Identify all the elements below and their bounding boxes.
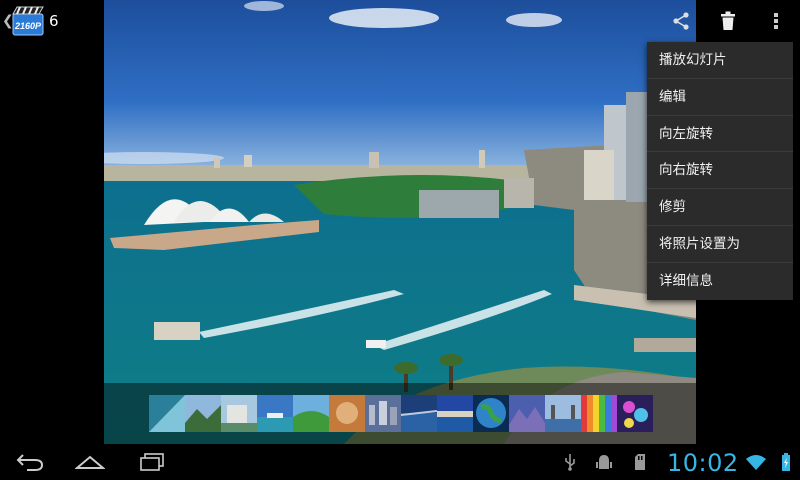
overflow-menu-button[interactable]	[755, 0, 797, 42]
filmstrip-thumb[interactable]	[545, 395, 581, 432]
filmstrip-thumb[interactable]	[257, 395, 293, 432]
menu-item-crop[interactable]: 修剪	[647, 189, 793, 226]
menu-item-rotate-left[interactable]: 向左旋转	[647, 116, 793, 153]
home-icon	[75, 455, 105, 469]
overflow-popup-menu: 播放幻灯片 编辑 向左旋转 向右旋转 修剪 将照片设置为 详细信息	[647, 42, 793, 300]
filmstrip-thumb[interactable]	[149, 395, 185, 432]
menu-item-slideshow[interactable]: 播放幻灯片	[647, 42, 793, 79]
filmstrip-thumb[interactable]	[329, 395, 365, 432]
action-bar: ❮ 2160P 6	[0, 0, 800, 42]
overflow-menu-icon	[774, 13, 778, 29]
app-icon-text: 2160P	[14, 21, 42, 31]
trash-icon	[721, 11, 735, 30]
usb-icon	[560, 452, 580, 472]
menu-item-rotate-right[interactable]: 向右旋转	[647, 152, 793, 190]
filmstrip-thumb[interactable]	[617, 395, 653, 432]
back-button[interactable]	[8, 448, 52, 476]
wifi-icon	[746, 452, 766, 472]
menu-item-edit[interactable]: 编辑	[647, 79, 793, 116]
filmstrip-thumb[interactable]	[185, 395, 221, 432]
system-bar: 10:02	[0, 444, 800, 480]
delete-button[interactable]	[707, 0, 749, 42]
filmstrip-thumb[interactable]	[365, 395, 401, 432]
filmstrip-thumb[interactable]	[509, 395, 545, 432]
filmstrip-thumb[interactable]	[221, 395, 257, 432]
filmstrip	[104, 383, 696, 444]
share-icon	[673, 12, 689, 30]
photo-viewer[interactable]	[104, 0, 696, 444]
album-count: 6	[49, 12, 59, 30]
recent-apps-button[interactable]	[130, 448, 174, 476]
filmstrip-thumb[interactable]	[581, 395, 617, 432]
recent-apps-icon	[140, 453, 164, 471]
back-icon	[16, 454, 44, 471]
app-icon[interactable]: 2160P	[12, 6, 44, 36]
filmstrip-thumb[interactable]	[293, 395, 329, 432]
home-button[interactable]	[68, 448, 112, 476]
filmstrip-thumb[interactable]	[437, 395, 473, 432]
sd-card-icon	[630, 452, 650, 472]
menu-item-details[interactable]: 详细信息	[647, 263, 793, 300]
filmstrip-thumb[interactable]	[473, 395, 509, 432]
debug-icon	[594, 452, 614, 472]
clock: 10:02	[667, 449, 739, 477]
filmstrip-thumb[interactable]	[401, 395, 437, 432]
battery-icon	[776, 452, 796, 472]
menu-item-set-as[interactable]: 将照片设置为	[647, 226, 793, 263]
share-button[interactable]	[660, 0, 702, 42]
